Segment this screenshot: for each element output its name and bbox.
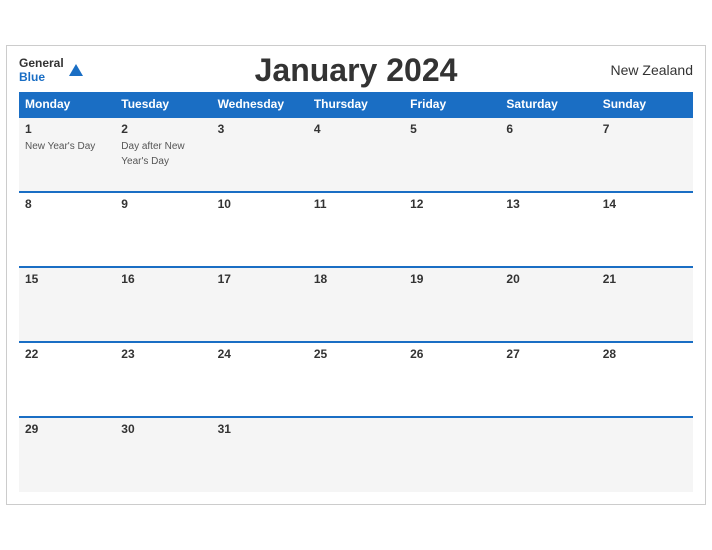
calendar-container: General Blue January 2024 New Zealand Mo… [6, 45, 706, 505]
calendar-day-cell: 26 [404, 342, 500, 417]
day-number: 15 [25, 272, 109, 286]
day-number: 22 [25, 347, 109, 361]
day-number: 20 [506, 272, 590, 286]
day-number: 18 [314, 272, 398, 286]
calendar-day-cell: 27 [500, 342, 596, 417]
holiday-label: Day after New Year's Day [121, 141, 184, 167]
calendar-day-cell [308, 417, 404, 492]
calendar-day-cell: 1 New Year's Day [19, 117, 115, 192]
calendar-day-cell: 20 [500, 267, 596, 342]
calendar-day-cell: 23 [115, 342, 211, 417]
day-number: 23 [121, 347, 205, 361]
calendar-header: General Blue January 2024 New Zealand [19, 56, 693, 84]
weekday-header-wednesday: Wednesday [212, 92, 308, 117]
day-number: 19 [410, 272, 494, 286]
calendar-day-cell: 17 [212, 267, 308, 342]
calendar-day-cell: 9 [115, 192, 211, 267]
weekday-header-sunday: Sunday [597, 92, 693, 117]
calendar-day-cell: 10 [212, 192, 308, 267]
holiday-label: New Year's Day [25, 141, 95, 152]
day-number: 25 [314, 347, 398, 361]
day-number: 13 [506, 197, 590, 211]
calendar-day-cell: 30 [115, 417, 211, 492]
calendar-day-cell [597, 417, 693, 492]
calendar-day-cell: 24 [212, 342, 308, 417]
day-number: 1 [25, 122, 109, 136]
calendar-day-cell: 11 [308, 192, 404, 267]
day-number: 30 [121, 422, 205, 436]
day-number: 10 [218, 197, 302, 211]
calendar-day-cell: 21 [597, 267, 693, 342]
weekday-header-saturday: Saturday [500, 92, 596, 117]
calendar-day-cell: 14 [597, 192, 693, 267]
weekday-header-row: MondayTuesdayWednesdayThursdayFridaySatu… [19, 92, 693, 117]
calendar-day-cell: 5 [404, 117, 500, 192]
day-number: 21 [603, 272, 687, 286]
calendar-country: New Zealand [611, 62, 694, 78]
day-number: 6 [506, 122, 590, 136]
day-number: 2 [121, 122, 205, 136]
weekday-header-monday: Monday [19, 92, 115, 117]
day-number: 24 [218, 347, 302, 361]
calendar-week-row: 22 23 24 25 26 27 28 [19, 342, 693, 417]
day-number: 26 [410, 347, 494, 361]
calendar-grid: MondayTuesdayWednesdayThursdayFridaySatu… [19, 92, 693, 492]
weekday-header-friday: Friday [404, 92, 500, 117]
calendar-day-cell: 3 [212, 117, 308, 192]
calendar-day-cell: 8 [19, 192, 115, 267]
calendar-day-cell: 13 [500, 192, 596, 267]
calendar-day-cell: 7 [597, 117, 693, 192]
calendar-day-cell: 28 [597, 342, 693, 417]
weekday-header-tuesday: Tuesday [115, 92, 211, 117]
logo-line1: General [19, 56, 64, 70]
calendar-day-cell: 15 [19, 267, 115, 342]
day-number: 14 [603, 197, 687, 211]
calendar-week-row: 15 16 17 18 19 20 21 [19, 267, 693, 342]
calendar-day-cell [404, 417, 500, 492]
calendar-day-cell: 18 [308, 267, 404, 342]
day-number: 8 [25, 197, 109, 211]
day-number: 17 [218, 272, 302, 286]
logo-triangle-icon [69, 64, 83, 76]
day-number: 9 [121, 197, 205, 211]
day-number: 27 [506, 347, 590, 361]
calendar-week-row: 29 30 31 [19, 417, 693, 492]
calendar-day-cell: 22 [19, 342, 115, 417]
calendar-week-row: 1 New Year's Day 2 Day after New Year's Day… [19, 117, 693, 192]
day-number: 7 [603, 122, 687, 136]
calendar-day-cell: 6 [500, 117, 596, 192]
logo-line2: Blue [19, 70, 45, 84]
calendar-day-cell: 2 Day after New Year's Day [115, 117, 211, 192]
calendar-week-row: 89 10 11 12 13 14 [19, 192, 693, 267]
calendar-title: January 2024 [255, 52, 458, 89]
calendar-day-cell: 12 [404, 192, 500, 267]
calendar-day-cell [500, 417, 596, 492]
day-number: 31 [218, 422, 302, 436]
logo: General Blue [19, 56, 83, 84]
calendar-day-cell: 19 [404, 267, 500, 342]
day-number: 3 [218, 122, 302, 136]
day-number: 29 [25, 422, 109, 436]
calendar-day-cell: 4 [308, 117, 404, 192]
day-number: 4 [314, 122, 398, 136]
day-number: 28 [603, 347, 687, 361]
calendar-day-cell: 25 [308, 342, 404, 417]
day-number: 16 [121, 272, 205, 286]
day-number: 5 [410, 122, 494, 136]
calendar-day-cell: 16 [115, 267, 211, 342]
calendar-day-cell: 31 [212, 417, 308, 492]
weekday-header-thursday: Thursday [308, 92, 404, 117]
day-number: 12 [410, 197, 494, 211]
day-number: 11 [314, 197, 398, 211]
calendar-day-cell: 29 [19, 417, 115, 492]
